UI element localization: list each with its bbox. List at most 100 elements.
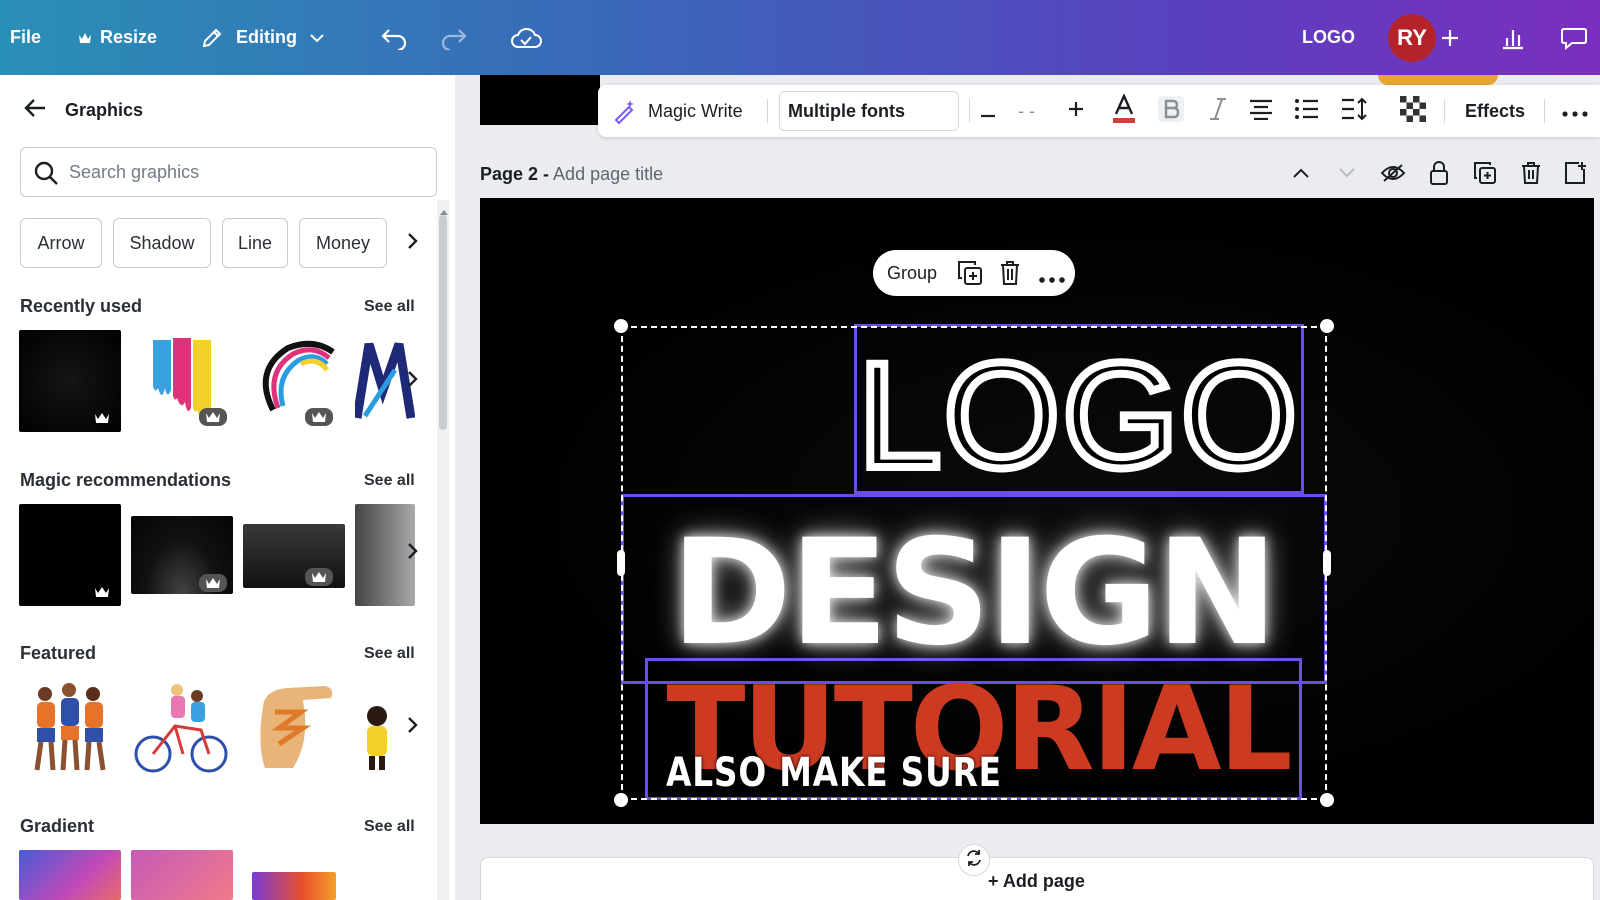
chip-line[interactable]: Line — [222, 218, 288, 268]
minus-icon — [980, 98, 996, 124]
graphic-thumbnail[interactable] — [19, 504, 121, 606]
resize-handle-left[interactable] — [617, 550, 625, 576]
add-page-button[interactable]: + Add page — [988, 871, 1085, 892]
resize-handle-top-left[interactable] — [614, 319, 628, 333]
group-selection-outline[interactable] — [621, 326, 1327, 800]
editing-mode-dropdown[interactable]: Editing — [200, 0, 325, 75]
gradient-thumbnail[interactable] — [131, 850, 233, 900]
lock-page-button[interactable] — [1424, 160, 1454, 190]
add-page-after-button[interactable] — [1560, 160, 1590, 190]
bold-button[interactable] — [1158, 85, 1184, 137]
more-horizontal-icon[interactable] — [1039, 270, 1065, 288]
align-center-button[interactable] — [1248, 85, 1274, 137]
graphic-thumbnail[interactable] — [243, 330, 345, 432]
toolbar-divider — [1544, 99, 1545, 123]
magic-recommendations-next-button[interactable] — [400, 540, 424, 566]
team-huddle-illustration — [34, 683, 106, 771]
recently-used-next-button[interactable] — [400, 368, 424, 394]
page-title-input[interactable]: Add page title — [553, 164, 663, 184]
resize-handle-bottom-right[interactable] — [1320, 793, 1334, 807]
see-all-gradient[interactable]: See all — [364, 818, 415, 836]
design-name[interactable]: LOGO — [1302, 0, 1355, 75]
transparency-button[interactable] — [1400, 85, 1426, 137]
redo-icon — [440, 26, 468, 50]
graphic-thumbnail[interactable] — [131, 676, 233, 778]
insights-button[interactable] — [1500, 0, 1526, 75]
redo-button[interactable] — [440, 0, 468, 75]
trash-icon — [1520, 161, 1542, 190]
more-horizontal-icon — [1562, 101, 1588, 122]
panel-scroll-thumb[interactable] — [439, 215, 447, 430]
section-title-gradient: Gradient — [20, 816, 95, 836]
decrease-font-size-button[interactable] — [980, 85, 996, 137]
refresh-icon — [965, 849, 983, 872]
avatar[interactable]: RY — [1388, 14, 1436, 62]
resize-handle-right[interactable] — [1323, 550, 1331, 576]
increase-font-size-button[interactable] — [1068, 85, 1084, 137]
bullet-list-button[interactable] — [1294, 85, 1320, 137]
see-all-recently-used[interactable]: See all — [364, 298, 415, 316]
comments-button[interactable] — [1560, 0, 1588, 75]
font-size-input[interactable]: - - — [1018, 85, 1035, 137]
align-center-icon — [1248, 98, 1274, 125]
page-up-button[interactable] — [1286, 160, 1316, 190]
graphic-thumbnail[interactable] — [19, 330, 121, 432]
chips-next-button[interactable] — [400, 230, 424, 256]
refresh-button[interactable] — [958, 844, 990, 876]
scroll-up-arrow-icon[interactable] — [439, 203, 449, 221]
see-all-featured[interactable]: See all — [364, 645, 415, 663]
font-family-dropdown[interactable]: Multiple fonts — [779, 91, 959, 131]
graphic-thumbnail[interactable] — [243, 676, 345, 778]
graphic-thumbnail[interactable] — [243, 524, 345, 588]
italic-icon — [1208, 97, 1228, 126]
hand-illustration — [260, 686, 333, 768]
duplicate-icon — [1473, 161, 1497, 190]
cloud-saved-button[interactable] — [510, 0, 542, 75]
add-page-icon — [1563, 161, 1587, 190]
undo-button[interactable] — [380, 0, 408, 75]
graphic-thumbnail[interactable] — [131, 516, 233, 594]
duplicate-element-icon[interactable] — [957, 260, 983, 291]
section-title-magic-recommendations: Magic recommendations — [20, 470, 232, 490]
chip-money[interactable]: Money — [299, 218, 387, 268]
effects-button[interactable]: Effects — [1465, 85, 1525, 137]
chip-arrow[interactable]: Arrow — [20, 218, 102, 268]
chevron-right-icon — [406, 232, 418, 255]
delete-element-icon[interactable] — [999, 260, 1021, 291]
hide-page-button[interactable] — [1378, 160, 1408, 190]
resize-handle-top-right[interactable] — [1320, 319, 1334, 333]
search-input[interactable] — [69, 148, 419, 196]
featured-next-button[interactable] — [400, 714, 424, 740]
search-box — [20, 147, 437, 197]
plus-icon — [1068, 101, 1084, 122]
chevron-right-icon — [406, 716, 418, 739]
add-collaborator-button[interactable] — [1440, 0, 1460, 75]
duplicate-page-button[interactable] — [1470, 160, 1500, 190]
gradient-thumbnail[interactable] — [19, 850, 121, 900]
italic-button[interactable] — [1208, 85, 1228, 137]
spacing-button[interactable] — [1340, 85, 1368, 137]
page-down-button[interactable] — [1332, 160, 1362, 190]
bullet-list-icon — [1294, 98, 1320, 125]
resize-button[interactable]: Resize — [78, 0, 157, 75]
gradient-thumbnail[interactable] — [252, 872, 336, 900]
undo-icon — [380, 26, 408, 50]
back-arrow-icon[interactable] — [22, 96, 48, 125]
crown-icon — [305, 408, 333, 426]
chevron-up-icon — [1292, 166, 1310, 184]
page-header: Page 2 - Add page title — [480, 164, 663, 185]
more-options-button[interactable] — [1562, 85, 1588, 137]
text-color-button[interactable] — [1110, 85, 1138, 137]
page-number-label: Page 2 - — [480, 164, 550, 184]
chip-shadow[interactable]: Shadow — [113, 218, 211, 268]
graphic-thumbnail[interactable] — [19, 676, 121, 778]
file-menu[interactable]: File — [10, 0, 41, 75]
plus-icon — [1440, 28, 1460, 48]
chevron-right-icon — [406, 542, 418, 565]
magic-write-button[interactable]: Magic Write — [612, 85, 743, 137]
group-button[interactable]: Group — [887, 263, 937, 284]
see-all-magic-recommendations[interactable]: See all — [364, 472, 415, 490]
delete-page-button[interactable] — [1516, 160, 1546, 190]
graphic-thumbnail[interactable] — [131, 330, 233, 432]
resize-handle-bottom-left[interactable] — [614, 793, 628, 807]
